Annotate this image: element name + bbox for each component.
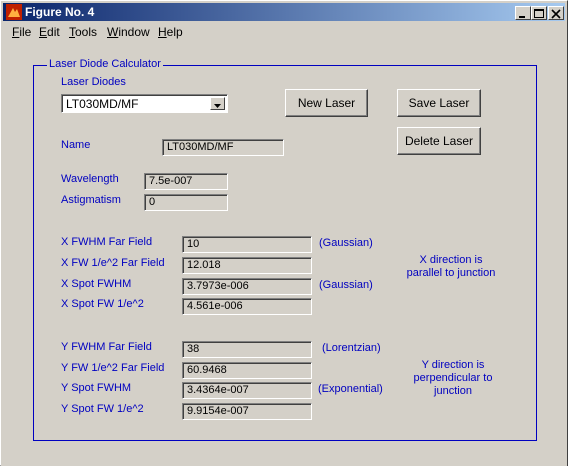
laser-diodes-label: Laser Diodes xyxy=(61,76,126,88)
x-spot-fw-label: X Spot FW 1/e^2 xyxy=(61,298,144,310)
y-spot-fwhm-note: (Exponential) xyxy=(318,383,383,395)
wavelength-field[interactable]: 7.5e-007 xyxy=(144,173,228,190)
window-title: Figure No. 4 xyxy=(25,5,95,19)
x-fw-far-field-field[interactable]: 12.018 xyxy=(182,257,312,274)
minimize-icon xyxy=(519,16,525,18)
x-spot-fwhm-note: (Gaussian) xyxy=(319,279,373,291)
y-spot-fwhm-field[interactable]: 3.4364e-007 xyxy=(182,382,312,399)
x-direction-note: X direction is parallel to junction xyxy=(406,254,496,279)
maximize-button[interactable] xyxy=(531,6,547,20)
x-fwhm-far-field-note: (Gaussian) xyxy=(319,237,373,249)
name-field[interactable]: LT030MD/MF xyxy=(162,139,284,156)
y-spot-fw-label: Y Spot FW 1/e^2 xyxy=(61,403,144,415)
menu-window[interactable]: Window xyxy=(107,25,150,39)
astigmatism-field[interactable]: 0 xyxy=(144,194,228,211)
x-fw-far-field-label: X FW 1/e^2 Far Field xyxy=(61,257,165,269)
laser-diodes-selected: LT030MD/MF xyxy=(66,97,139,111)
x-spot-fw-field[interactable]: 4.561e-006 xyxy=(182,298,312,315)
x-spot-fwhm-label: X Spot FWHM xyxy=(61,278,132,290)
y-spot-fwhm-label: Y Spot FWHM xyxy=(61,382,132,394)
matlab-icon xyxy=(6,4,22,20)
laser-diodes-dropdown[interactable]: LT030MD/MF xyxy=(61,94,228,113)
y-fw-far-field-label: Y FW 1/e^2 Far Field xyxy=(61,362,165,374)
close-button[interactable] xyxy=(548,6,564,20)
astigmatism-label: Astigmatism xyxy=(61,194,121,206)
new-laser-button[interactable]: New Laser xyxy=(285,89,368,117)
name-label: Name xyxy=(61,139,91,151)
y-fwhm-far-field-label: Y FWHM Far Field xyxy=(61,341,152,353)
maximize-icon xyxy=(534,9,544,18)
menu-tools[interactable]: Tools xyxy=(69,25,97,39)
x-spot-fwhm-field[interactable]: 3.7973e-006 xyxy=(182,278,312,295)
dropdown-button[interactable] xyxy=(210,97,225,110)
menu-file[interactable]: File xyxy=(12,25,31,39)
figure-window: Figure No. 4 File Edit Tools Window Help… xyxy=(0,0,568,466)
minimize-button[interactable] xyxy=(515,6,531,20)
x-fwhm-far-field-field[interactable]: 10 xyxy=(182,236,312,253)
y-fwhm-far-field-field[interactable]: 38 xyxy=(182,341,312,358)
save-laser-button[interactable]: Save Laser xyxy=(397,89,481,117)
y-spot-fw-field[interactable]: 9.9154e-007 xyxy=(182,403,312,420)
y-direction-note: Y direction is perpendicular to junction xyxy=(413,359,493,397)
x-fwhm-far-field-label: X FWHM Far Field xyxy=(61,236,153,248)
menu-help[interactable]: Help xyxy=(158,25,183,39)
title-bar[interactable]: Figure No. 4 xyxy=(3,3,565,21)
menu-bar: File Edit Tools Window Help xyxy=(3,23,565,42)
menu-edit[interactable]: Edit xyxy=(39,25,60,39)
wavelength-label: Wavelength xyxy=(61,173,119,185)
close-icon xyxy=(551,9,561,19)
chevron-down-icon xyxy=(214,104,221,108)
y-fw-far-field-field[interactable]: 60.9468 xyxy=(182,362,312,379)
panel-title: Laser Diode Calculator xyxy=(47,58,163,70)
y-fwhm-far-field-note: (Lorentzian) xyxy=(322,342,381,354)
delete-laser-button[interactable]: Delete Laser xyxy=(397,127,481,155)
